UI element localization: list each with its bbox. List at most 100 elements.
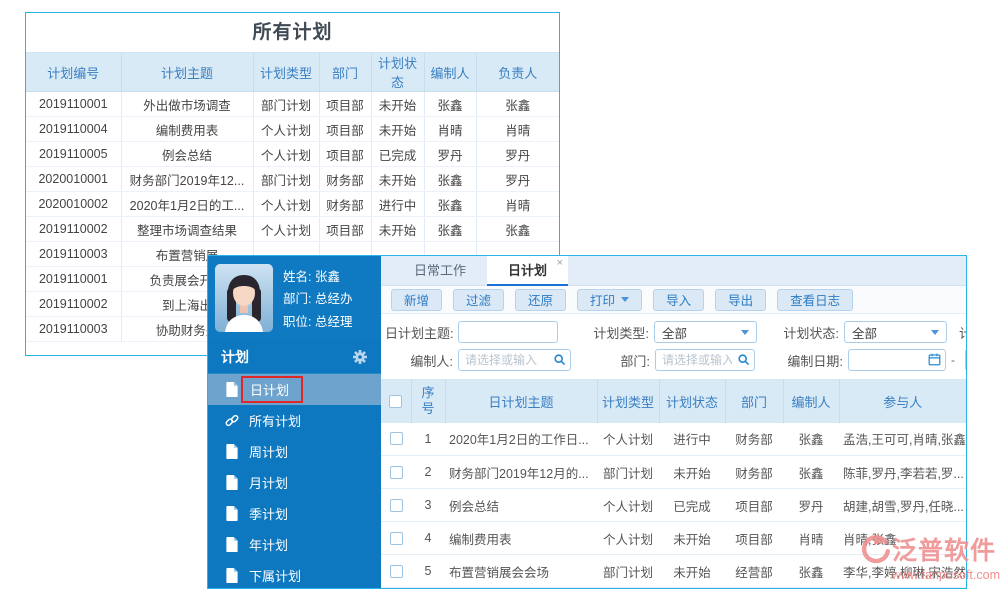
search-icon[interactable] [737, 353, 750, 366]
cell [381, 522, 411, 555]
clipped-filter-label: 计 [959, 323, 966, 342]
avatar [215, 264, 273, 332]
cell: 未开始 [659, 456, 725, 489]
table-header-row: 序号 日计划主题 计划类型 计划状态 部门 编制人 参与人 [381, 380, 966, 423]
col-seq: 序号 [411, 380, 445, 423]
close-icon[interactable]: × [557, 257, 563, 270]
cell: 张鑫 [424, 167, 476, 192]
sidebar-item-weekly-plan[interactable]: 周计划 [208, 436, 381, 467]
file-icon [225, 444, 239, 459]
sidebar-item-monthly-plan[interactable]: 月计划 [208, 467, 381, 498]
col-plan-subject: 计划主题 [121, 53, 253, 92]
cell: 肖晴 [476, 117, 559, 142]
type-filter-select[interactable]: 全部 [654, 321, 757, 343]
cell: 外出做市场调查 [121, 92, 253, 117]
add-button[interactable]: 新增 [391, 289, 442, 311]
cell: 部门计划 [253, 92, 319, 117]
filter-button[interactable]: 过滤 [453, 289, 504, 311]
cell: 孟浩,王可可,肖晴,张鑫 [839, 423, 966, 456]
sidebar-item-quarterly-plan[interactable]: 季计划 [208, 498, 381, 529]
import-button[interactable]: 导入 [653, 289, 704, 311]
row-checkbox[interactable] [390, 532, 403, 545]
cell: 2019110003 [26, 242, 121, 267]
cell: 罗丹 [476, 167, 559, 192]
profile-name: 姓名: 张鑫 [283, 266, 352, 285]
export-button[interactable]: 导出 [715, 289, 766, 311]
chevron-down-icon [931, 330, 939, 335]
cell: 2019110001 [26, 92, 121, 117]
status-filter-select[interactable]: 全部 [844, 321, 947, 343]
cell: 部门计划 [597, 456, 659, 489]
cell: 2019110004 [26, 117, 121, 142]
table-row: 2019110002整理市场调查结果个人计划项目部未开始张鑫张鑫 [26, 217, 559, 242]
cell: 2019110002 [26, 292, 121, 317]
row-checkbox[interactable] [390, 432, 403, 445]
cell: 个人计划 [597, 522, 659, 555]
search-icon[interactable] [553, 353, 566, 366]
row-checkbox[interactable] [390, 499, 403, 512]
select-all-checkbox[interactable] [389, 395, 402, 408]
cell: 个人计划 [253, 117, 319, 142]
date-filter-label: 编制日期: [783, 351, 843, 370]
gear-icon[interactable] [352, 349, 368, 365]
cell: 罗丹 [783, 489, 839, 522]
cell: 肖晴 [476, 192, 559, 217]
tab-daily-plan[interactable]: 日计划 × [487, 256, 568, 286]
plan-module-window: 姓名: 张鑫 部门: 总经办 职位: 总经理 计划 [207, 255, 967, 589]
plan-link[interactable]: 布置营销展会会场 [445, 555, 597, 588]
plan-link[interactable]: 编制费用表 [445, 522, 597, 555]
tab-label: 日计划 [508, 263, 547, 278]
sidebar-item-subordinate-plan[interactable]: 下属计划 [208, 560, 381, 589]
date-to-field [965, 349, 966, 371]
cell [381, 456, 411, 489]
file-icon [225, 537, 239, 552]
subject-filter-input[interactable] [458, 321, 558, 343]
view-log-button[interactable]: 查看日志 [777, 289, 853, 311]
table-row: 2019110005例会总结个人计划项目部已完成罗丹罗丹 [26, 142, 559, 167]
date-from-field [848, 349, 946, 371]
cell: 项目部 [725, 522, 783, 555]
table-row: 2 财务部门2019年12月的... 部门计划 未开始 财务部 张鑫 陈菲,罗丹… [381, 456, 966, 489]
tab-daily-work[interactable]: 日常工作 [393, 256, 487, 286]
cell: 2019110001 [26, 267, 121, 292]
plan-link[interactable]: 财务部门2019年12月的... [445, 456, 597, 489]
status-filter-label: 计划状态: [779, 323, 839, 342]
sidebar-title: 计划 [221, 347, 249, 367]
cell: 项目部 [319, 217, 371, 242]
link-icon [225, 413, 239, 428]
table-header-row: 计划编号 计划主题 计划类型 部门 计划状态 编制人 负责人 [26, 53, 559, 92]
sidebar-item-all-plans[interactable]: 所有计划 [208, 405, 381, 436]
sidebar-item-daily-plan[interactable]: 日计划 [208, 374, 381, 405]
cell: 未开始 [371, 217, 424, 242]
cell: 个人计划 [253, 217, 319, 242]
file-icon [225, 475, 239, 490]
cell: 张鑫 [783, 456, 839, 489]
cell: 项目部 [319, 142, 371, 167]
row-checkbox[interactable] [390, 466, 403, 479]
profile-dept: 部门: 总经办 [283, 288, 352, 307]
plan-link[interactable]: 2020年1月2日的工作日... [445, 423, 597, 456]
print-label: 打印 [590, 290, 615, 309]
cell: 例会总结 [121, 142, 253, 167]
watermark-url: www.fanpusoft.com [860, 568, 1000, 582]
sidebar-item-yearly-plan[interactable]: 年计划 [208, 529, 381, 560]
row-checkbox[interactable] [390, 565, 403, 578]
col-dept: 部门 [725, 380, 783, 423]
subject-filter-label: 日计划主题: [385, 323, 453, 342]
cell: 肖晴 [783, 522, 839, 555]
sidebar-item-label: 所有计划 [249, 411, 301, 430]
cell: 胡建,胡雪,罗丹,任晓... [839, 489, 966, 522]
cell: 张鑫 [424, 217, 476, 242]
cell: 部门计划 [253, 167, 319, 192]
cell: 陈菲,罗丹,李若若,罗... [839, 456, 966, 489]
print-button[interactable]: 打印 [577, 289, 642, 311]
cell: 财务部 [725, 456, 783, 489]
restore-button[interactable]: 还原 [515, 289, 566, 311]
date-to-input[interactable] [965, 349, 966, 371]
col-status: 计划状态 [659, 380, 725, 423]
cell: 张鑫 [783, 423, 839, 456]
cell: 肖晴 [424, 117, 476, 142]
calendar-icon[interactable] [928, 353, 941, 366]
cell: 个人计划 [597, 423, 659, 456]
plan-link[interactable]: 例会总结 [445, 489, 597, 522]
